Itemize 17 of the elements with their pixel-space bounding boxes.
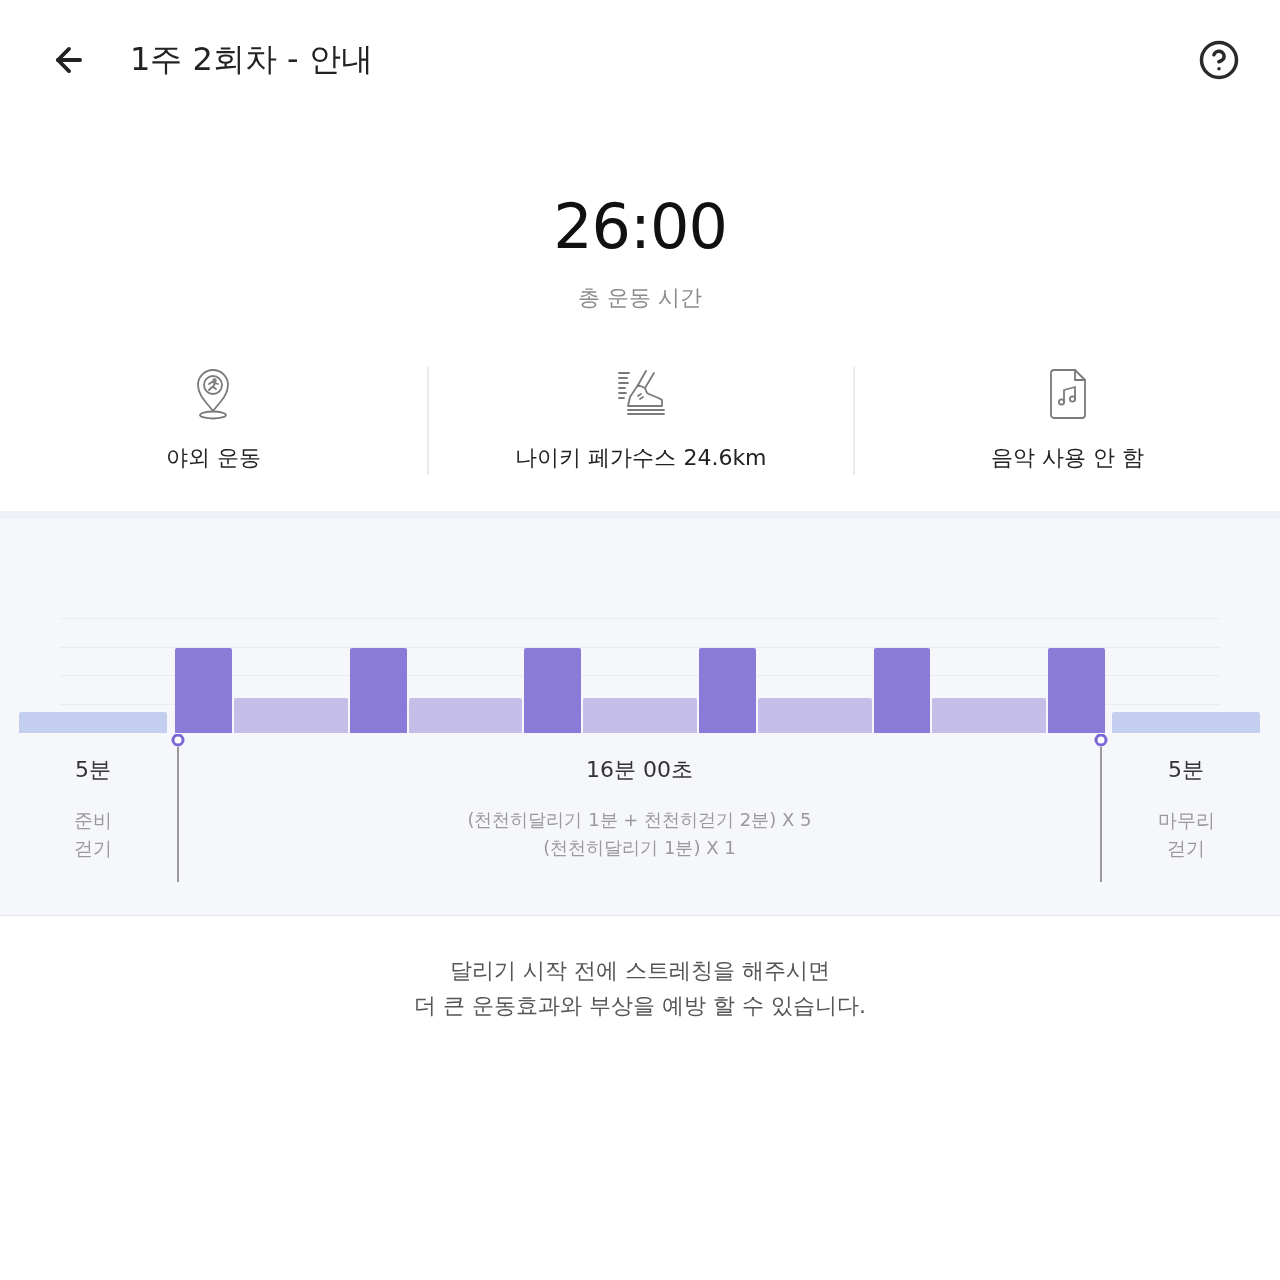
info-label: 나이키 페가수스 24.6km [515, 444, 767, 472]
interval-detail: (천천히달리기 1분 + 천천히걷기 2분) X 5 [467, 808, 812, 832]
cooldown-label: 마무리 걷기 [1157, 808, 1215, 861]
cooldown-duration: 5분 [1168, 756, 1204, 784]
page-title: 1주 2회차 - 안내 [130, 39, 374, 80]
main-duration: 16분 00초 [586, 756, 693, 784]
info-label: 야외 운동 [165, 444, 261, 472]
total-time: 26:00 [553, 190, 727, 264]
interval-detail: (천천히달리기 1분) X 1 [543, 836, 736, 860]
help-icon [1198, 39, 1240, 81]
warmup-label: 준비 걷기 [74, 808, 112, 861]
music-file-icon [1048, 369, 1087, 419]
warmup-duration: 5분 [75, 756, 111, 784]
total-time-label: 총 운동 시간 [578, 284, 702, 312]
info-label: 음악 사용 안 함 [991, 444, 1145, 472]
help-button[interactable] [1198, 39, 1240, 81]
stretching-tip: 달리기 시작 전에 스트레칭을 해주시면 더 큰 운동효과와 부상을 예방 할 수 있습니다. [413, 957, 867, 1020]
